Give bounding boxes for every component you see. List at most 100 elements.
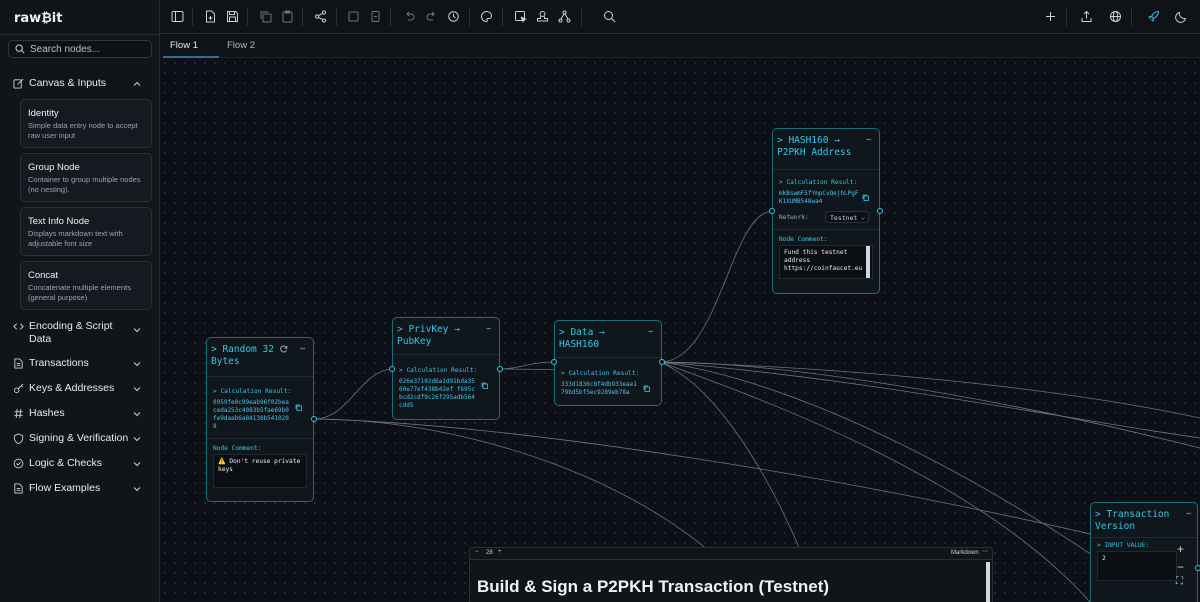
group-button[interactable] (347, 10, 360, 23)
search-button[interactable] (603, 10, 616, 23)
tab-flow-2[interactable]: Flow 2 (227, 40, 255, 51)
export-button[interactable] (1080, 10, 1093, 23)
edge (659, 361, 1200, 449)
history-button[interactable] (447, 10, 460, 23)
run-flow-button[interactable] (1147, 10, 1160, 23)
flow-canvas[interactable]: > Random 32 Bytes ⋯ > Calculation Result… (160, 58, 1200, 602)
scrollbar[interactable] (986, 562, 990, 602)
copy-icon[interactable] (481, 382, 488, 389)
category-flow-examples[interactable]: Flow Examples (13, 482, 141, 495)
input-port[interactable] (389, 366, 395, 372)
divider (773, 169, 879, 170)
chevron-down-icon: ⌄ (861, 213, 865, 221)
more-options-icon[interactable]: ⋯ (866, 135, 871, 144)
card-desc: Concatenate multiple elements (general p… (28, 283, 131, 302)
more-options-icon[interactable]: ⋯ (486, 324, 491, 333)
input-value[interactable]: 2 (1097, 551, 1177, 581)
node-card-group[interactable]: Group Node Container to group multiple n… (20, 153, 152, 202)
node-data-hash160[interactable]: > Data → HASH160 ⋯ > Calculation Result:… (551, 320, 665, 406)
network-button[interactable] (558, 10, 571, 23)
decrease-font-button[interactable]: − (475, 549, 479, 555)
comment-box[interactable]: Fund this testnet address https://coinfa… (779, 245, 873, 279)
node-card-text-info[interactable]: Text Info Node Displays markdown text wi… (20, 207, 152, 256)
copy-icon[interactable] (643, 385, 650, 392)
output-port[interactable] (877, 208, 883, 214)
sign-button[interactable] (536, 10, 549, 23)
zoom-in-button[interactable]: + (1177, 542, 1184, 556)
node-title: > PrivKey → PubKey (397, 324, 460, 347)
undo-button[interactable] (403, 10, 416, 23)
node-random-32-bytes[interactable]: > Random 32 Bytes ⋯ > Calculation Result… (206, 337, 317, 502)
save-button[interactable] (226, 10, 239, 23)
theme-palette-button[interactable] (480, 10, 493, 23)
edge (313, 418, 1151, 549)
more-options-icon[interactable]: ⋯ (982, 548, 988, 555)
edges-layer (313, 210, 1200, 602)
output-port[interactable] (1195, 565, 1200, 571)
plus-icon (1046, 12, 1055, 21)
more-options-icon[interactable]: ⋯ (1186, 509, 1191, 518)
card-desc: Simple data entry node to accept raw use… (28, 121, 138, 140)
chevron-down-icon (133, 487, 141, 492)
category-logic[interactable]: Logic & Checks (13, 457, 141, 470)
add-button[interactable] (1044, 10, 1057, 23)
category-hashes[interactable]: Hashes (13, 407, 141, 420)
chevron-up-icon (133, 81, 141, 86)
output-port[interactable] (311, 416, 317, 422)
share-button[interactable] (314, 10, 327, 23)
category-keys[interactable]: Keys & Addresses (13, 382, 141, 395)
copy-button[interactable] (259, 10, 272, 23)
output-port[interactable] (659, 359, 665, 365)
more-options-icon[interactable]: ⋯ (300, 344, 305, 353)
category-label: Keys & Addresses (29, 382, 115, 394)
comment-box[interactable]: ⚠️ Don't reuse private keys (213, 454, 307, 488)
output-port[interactable] (497, 366, 503, 372)
node-privkey-pubkey[interactable]: > PrivKey → PubKey ⋯ > Calculation Resul… (389, 317, 503, 420)
redo-button[interactable] (425, 10, 438, 23)
input-port[interactable] (551, 359, 557, 365)
category-label: Logic & Checks (29, 457, 102, 469)
tab-flow-1[interactable]: Flow 1 (170, 40, 198, 51)
scrollbar[interactable] (866, 246, 870, 278)
network-select[interactable]: Testnet ⌄ (825, 211, 869, 223)
mode-toggle[interactable]: Markdown (951, 550, 979, 556)
search-box[interactable] (8, 40, 152, 58)
node-hash160-p2pkh[interactable]: > HASH160 → P2PKH Address ⋯ > Calculatio… (769, 128, 883, 294)
upload-icon (1081, 10, 1092, 22)
result-value: mkBswmF5fYmpCvQejhLPgFK1XUMB548wa4 (779, 190, 859, 205)
increase-font-button[interactable]: + (498, 549, 502, 555)
cursor-box-icon (515, 11, 528, 24)
network-icon (558, 10, 571, 23)
zoom-out-button[interactable]: − (1177, 560, 1184, 574)
copy-icon[interactable] (862, 194, 869, 201)
category-encoding[interactable]: Encoding & Script Data (13, 320, 141, 346)
category-signing[interactable]: Signing & Verification (13, 432, 141, 445)
more-options-icon[interactable]: ⋯ (648, 327, 653, 336)
search-input[interactable] (30, 43, 148, 55)
square-icon (348, 11, 359, 22)
node-title: > Data → HASH160 (559, 327, 605, 350)
copy-icon[interactable] (295, 404, 302, 411)
toggle-sidebar-button[interactable] (171, 10, 184, 23)
fit-view-button[interactable]: ⛶ (1176, 576, 1183, 587)
rocket-icon (1147, 10, 1160, 23)
node-card-concat[interactable]: Concat Concatenate multiple elements (ge… (20, 261, 152, 310)
input-port[interactable] (769, 208, 775, 214)
markdown-toolbar: − 28 + Markdown ⋯ (470, 548, 992, 560)
undo-icon (406, 11, 415, 21)
category-transactions[interactable]: Transactions (13, 357, 141, 370)
category-canvas-inputs[interactable]: Canvas & Inputs (13, 77, 141, 90)
refresh-icon[interactable] (280, 345, 288, 353)
ungroup-button[interactable] (369, 10, 382, 23)
shield-icon (13, 433, 24, 444)
node-card-identity[interactable]: Identity Simple data entry node to accep… (20, 99, 152, 148)
select-tool-button[interactable] (514, 10, 528, 24)
paste-button[interactable] (281, 10, 294, 23)
dark-mode-toggle[interactable] (1175, 10, 1188, 23)
card-title: Group Node (28, 162, 80, 173)
new-file-button[interactable] (204, 10, 217, 23)
result-value: 026e37102d6a1d91bda3560e77ef438b42ef f69… (399, 378, 475, 409)
copy-icon (260, 11, 272, 23)
markdown-text-node[interactable]: − 28 + Markdown ⋯ Build & Sign a P2PKH T… (469, 547, 993, 602)
network-globe-button[interactable] (1109, 10, 1122, 23)
